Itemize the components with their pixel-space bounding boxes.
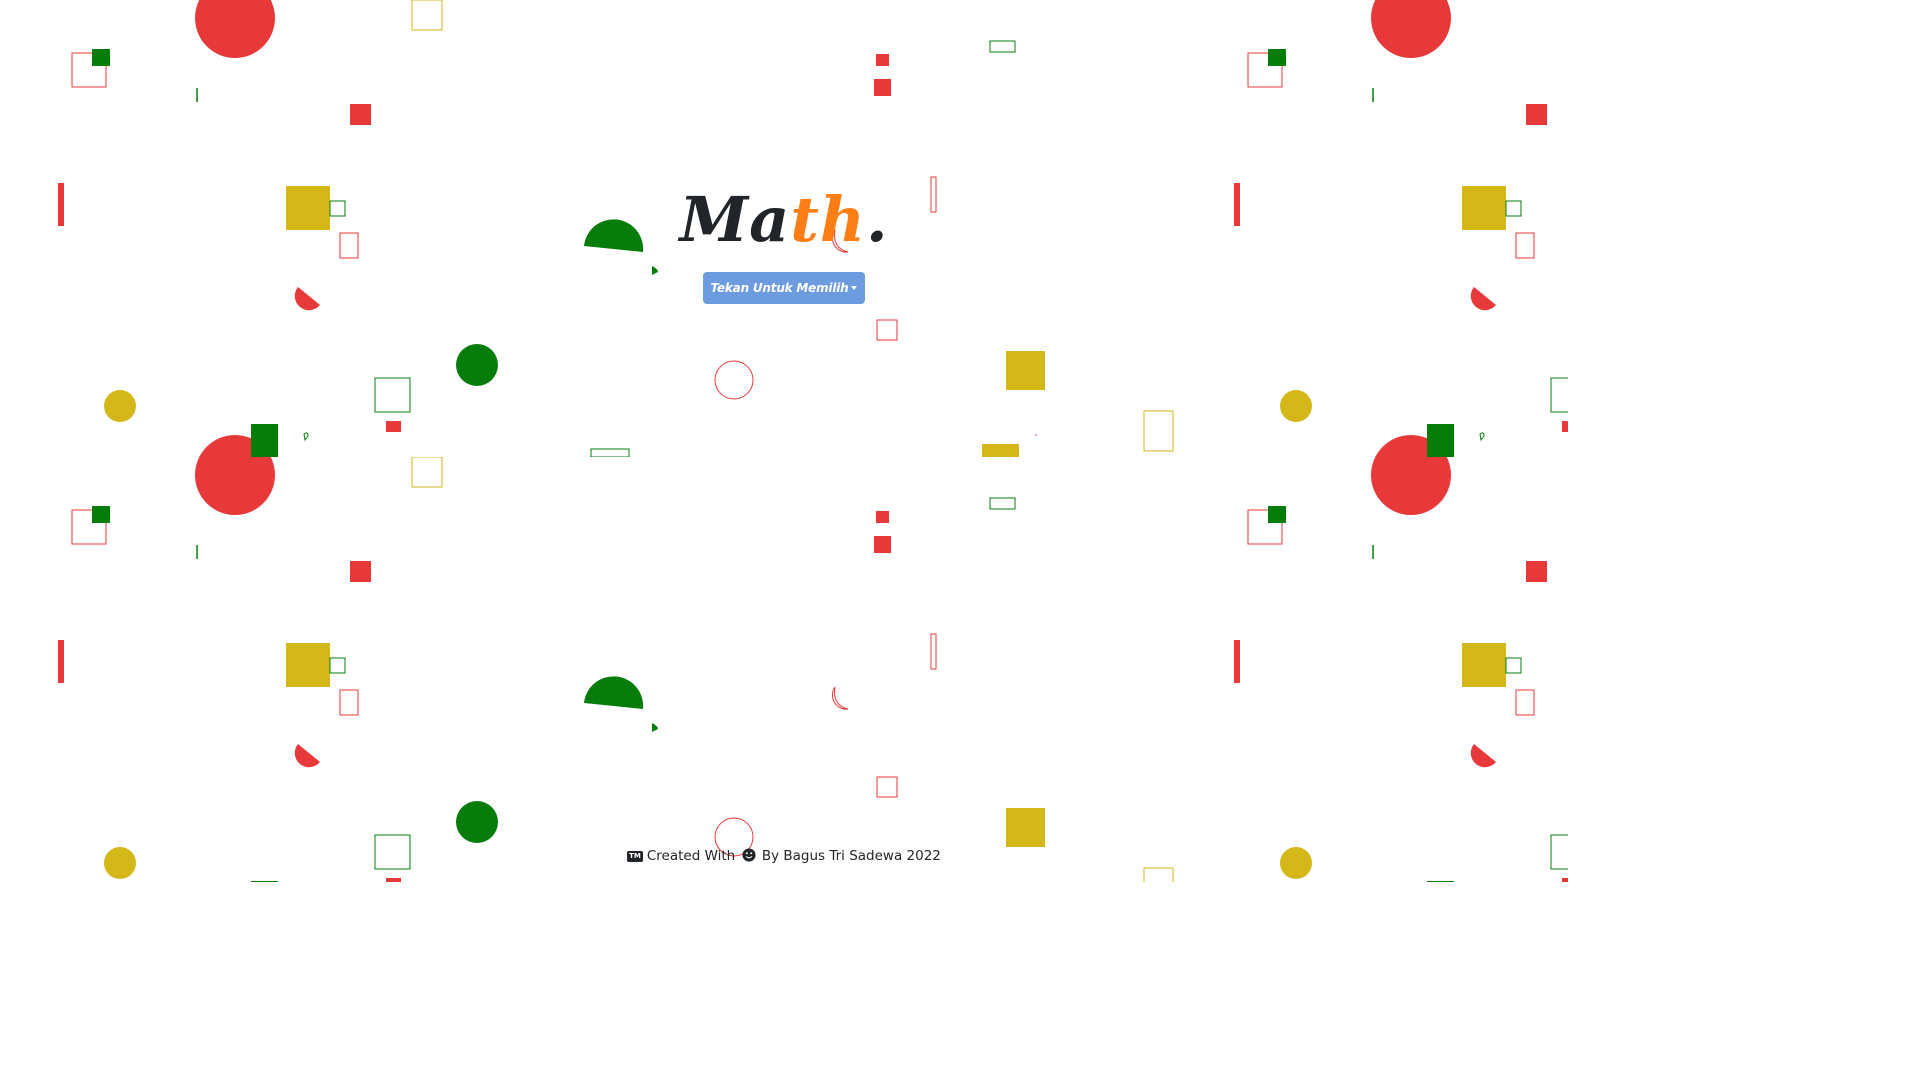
math-logo: Math. xyxy=(679,180,888,260)
choose-dropdown-button[interactable]: Tekan Untuk Memilih xyxy=(702,272,866,304)
logo-text-accent: th xyxy=(790,183,866,256)
page-background: Math. Tekan Untuk Memilih TM Created With… xyxy=(0,0,1568,882)
hero-section: Math. Tekan Untuk Memilih xyxy=(0,180,1568,304)
logo-text-main: Ma xyxy=(679,183,791,256)
trademark-icon: TM xyxy=(627,851,643,862)
footer-created-with: Created With xyxy=(646,848,736,864)
footer-author: By Bagus Tri Sadewa 2022 xyxy=(761,848,941,864)
smile-icon xyxy=(741,848,756,862)
dropdown-button-label: Tekan Untuk Memilih xyxy=(710,281,849,295)
caret-down-icon xyxy=(851,286,858,290)
geometric-background-pattern xyxy=(0,0,1568,882)
footer: TM Created With By Bagus Tri Sadewa 2022 xyxy=(0,848,1568,864)
logo-dot: . xyxy=(865,183,889,256)
